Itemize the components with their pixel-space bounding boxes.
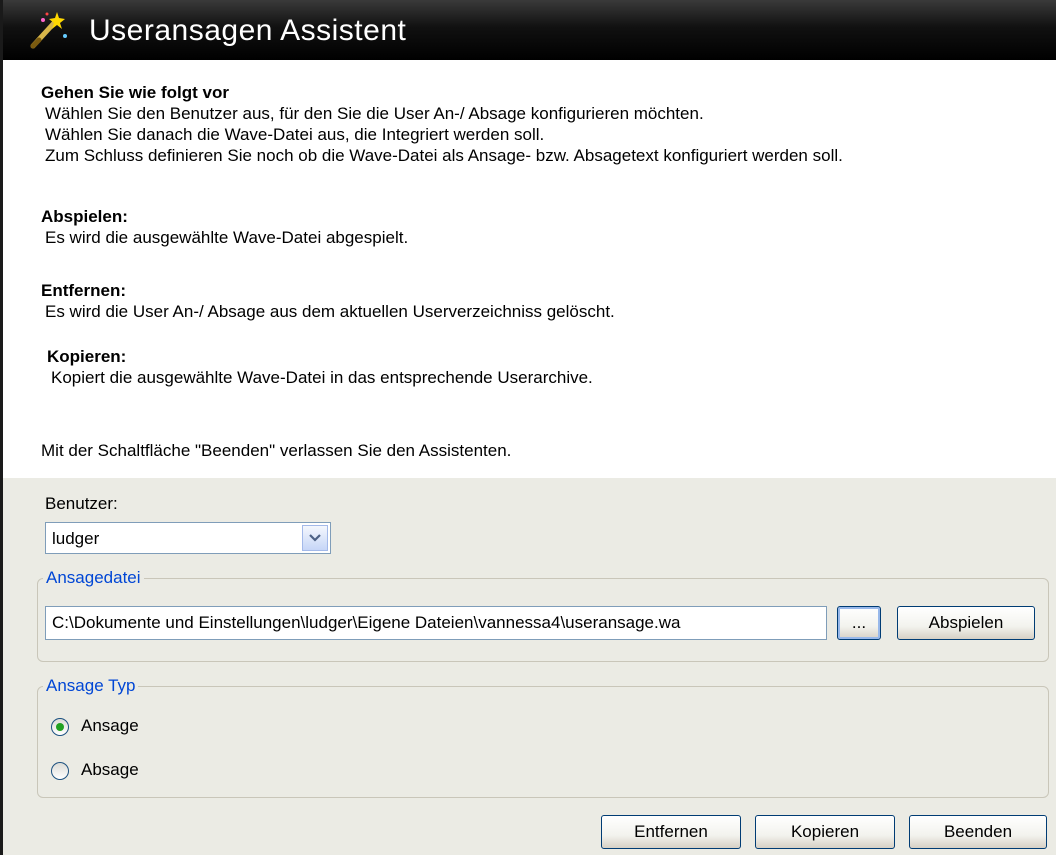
kopieren-heading: Kopieren: bbox=[47, 347, 127, 366]
footer-hint: Mit der Schaltfläche "Beenden" verlassen… bbox=[41, 441, 512, 460]
file-group-title: Ansagedatei bbox=[43, 568, 144, 588]
help-line-1: Wählen Sie den Benutzer aus, für den Sie… bbox=[45, 104, 704, 123]
radio-ansage[interactable] bbox=[51, 718, 69, 736]
user-select-value: ludger bbox=[52, 529, 100, 548]
help-line-3: Zum Schluss definieren Sie noch ob die W… bbox=[45, 146, 843, 165]
chevron-down-icon bbox=[309, 534, 321, 542]
radio-selected-dot bbox=[56, 723, 64, 731]
title-bar[interactable]: Useransagen Assistent bbox=[3, 0, 1056, 60]
type-group bbox=[37, 686, 1049, 798]
type-group-title: Ansage Typ bbox=[43, 676, 139, 696]
dropdown-button[interactable] bbox=[302, 525, 328, 551]
browse-button[interactable]: ... bbox=[837, 606, 881, 640]
entfernen-heading: Entfernen: bbox=[41, 281, 126, 300]
help-heading: Gehen Sie wie folgt vor bbox=[41, 83, 229, 102]
window-title: Useransagen Assistent bbox=[89, 14, 407, 47]
kopieren-section: Kopieren: Kopiert die ausgewählte Wave-D… bbox=[47, 346, 593, 388]
play-button[interactable]: Abspielen bbox=[897, 606, 1035, 640]
radio-ansage-label[interactable]: Ansage bbox=[81, 716, 139, 736]
radio-absage-label[interactable]: Absage bbox=[81, 760, 139, 780]
abspielen-section: Abspielen: Es wird die ausgewählte Wave-… bbox=[41, 206, 408, 248]
entfernen-text: Es wird die User An-/ Absage aus dem akt… bbox=[45, 302, 615, 321]
remove-button[interactable]: Entfernen bbox=[601, 815, 741, 849]
kopieren-text: Kopiert die ausgewählte Wave-Datei in da… bbox=[51, 368, 593, 387]
copy-button[interactable]: Kopieren bbox=[755, 815, 895, 849]
help-line-2: Wählen Sie danach die Wave-Datei aus, di… bbox=[45, 125, 545, 144]
wizard-window: Useransagen Assistent Gehen Sie wie folg… bbox=[0, 0, 1056, 855]
quit-button[interactable]: Beenden bbox=[909, 815, 1047, 849]
abspielen-text: Es wird die ausgewählte Wave-Datei abges… bbox=[45, 228, 409, 247]
radio-absage[interactable] bbox=[51, 762, 69, 780]
magic-wand-icon bbox=[30, 12, 67, 49]
user-select[interactable]: ludger bbox=[45, 522, 331, 554]
help-section: Gehen Sie wie folgt vor Wählen Sie den B… bbox=[41, 82, 843, 166]
user-label: Benutzer: bbox=[45, 494, 118, 513]
abspielen-heading: Abspielen: bbox=[41, 207, 128, 226]
file-path-input[interactable]: C:\Dokumente und Einstellungen\ludger\Ei… bbox=[45, 606, 827, 640]
entfernen-section: Entfernen: Es wird die User An-/ Absage … bbox=[41, 280, 615, 322]
